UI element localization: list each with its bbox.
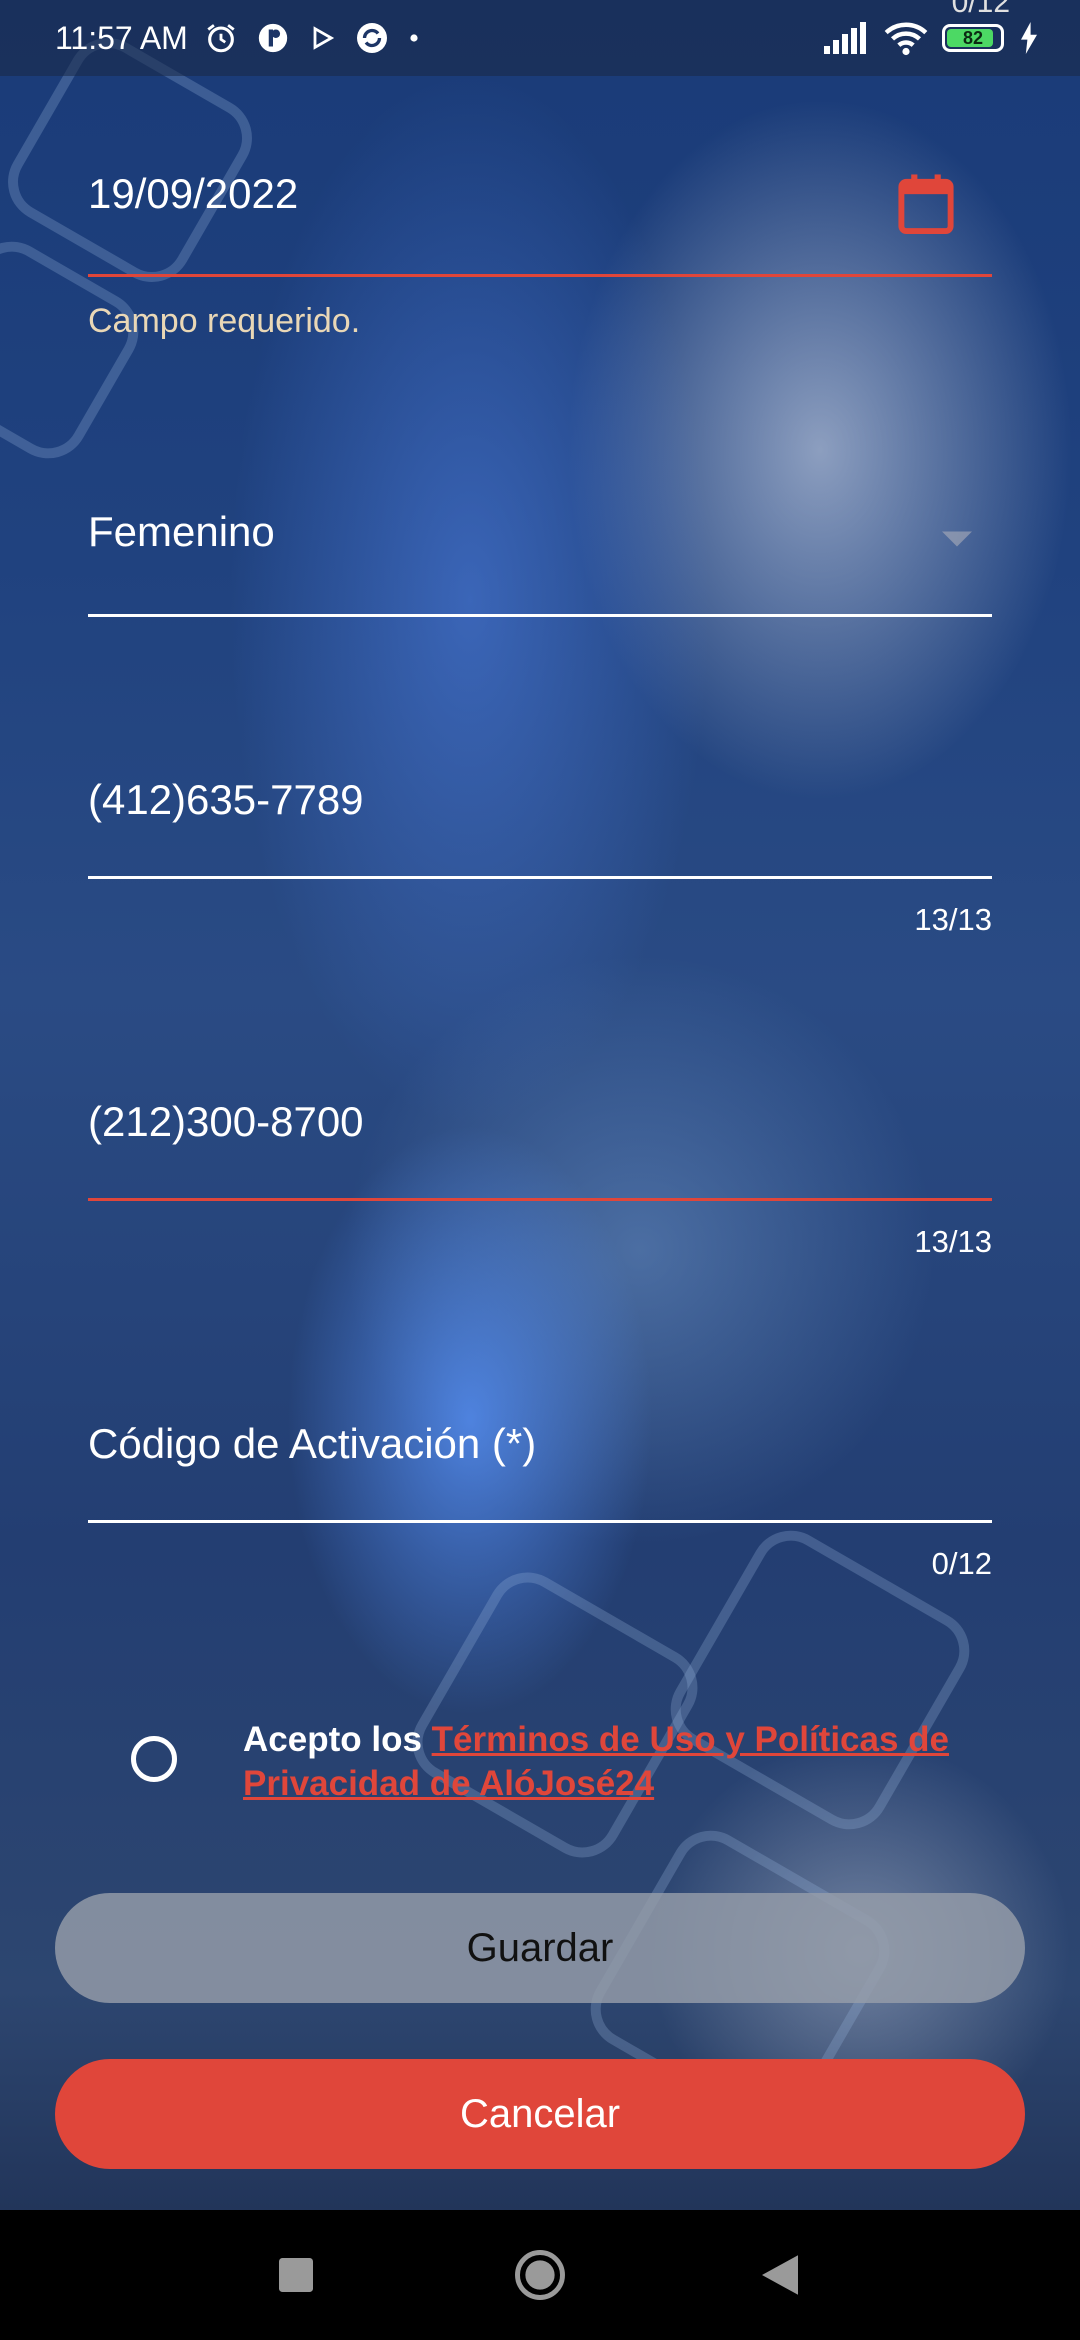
charging-icon — [1021, 22, 1037, 54]
save-button[interactable]: Guardar — [55, 1893, 1025, 2003]
activation-code-counter: 0/12 — [931, 1546, 992, 1581]
gender-value: Femenino — [88, 508, 275, 555]
phone-2-underline — [88, 1198, 992, 1201]
battery-icon: 82 — [942, 24, 1004, 52]
phone-1-underline — [88, 876, 992, 879]
birthdate-field[interactable]: 19/09/2022 — [88, 170, 992, 280]
back-icon — [762, 2255, 798, 2295]
phone-1-counter: 13/13 — [914, 902, 992, 937]
phone-2-value: (212)300-8700 — [88, 1098, 364, 1145]
phone-field-2[interactable]: (212)300-8700 — [88, 1098, 992, 1203]
dropdown-arrow-icon — [942, 531, 972, 547]
terms-radio[interactable] — [131, 1736, 177, 1782]
recents-icon — [279, 2258, 313, 2292]
gender-dropdown[interactable]: Femenino — [88, 508, 992, 620]
recents-button[interactable] — [236, 2210, 356, 2340]
phone-1-value: (412)635-7789 — [88, 776, 364, 823]
alarm-icon — [207, 24, 235, 53]
activation-code-placeholder: Código de Activación (*) — [88, 1420, 537, 1467]
activation-code-field[interactable]: Código de Activación (*) — [88, 1420, 992, 1525]
activation-code-underline — [88, 1520, 992, 1523]
birthdate-value: 19/09/2022 — [88, 170, 299, 217]
calendar-icon[interactable] — [896, 172, 956, 236]
top-counter: 0/12 — [951, 0, 1010, 19]
birthdate-error: Campo requerido. — [88, 302, 361, 340]
home-icon — [515, 2250, 565, 2300]
sync-icon — [356, 23, 387, 53]
signal-icon — [824, 22, 866, 54]
terms-prefix: Acepto los — [243, 1720, 432, 1759]
status-time: 11:57 AM — [55, 19, 188, 56]
status-bar: 0/12 11:57 AM 82 — [0, 0, 1080, 76]
phone-2-counter: 13/13 — [914, 1224, 992, 1259]
terms-text: Acepto los Términos de Uso y Políticas d… — [243, 1718, 1003, 1806]
birthdate-underline — [88, 274, 992, 277]
phone-field-1[interactable]: (412)635-7789 — [88, 776, 992, 881]
hexagon-decoration — [397, 1557, 713, 1873]
app-icon — [258, 23, 287, 53]
cancel-button[interactable]: Cancelar — [55, 2059, 1025, 2169]
play-icon — [313, 26, 334, 50]
wifi-icon — [884, 22, 928, 56]
dot-icon — [410, 34, 418, 42]
back-button[interactable] — [720, 2210, 840, 2340]
gender-underline — [88, 614, 992, 617]
home-button[interactable] — [480, 2210, 600, 2340]
